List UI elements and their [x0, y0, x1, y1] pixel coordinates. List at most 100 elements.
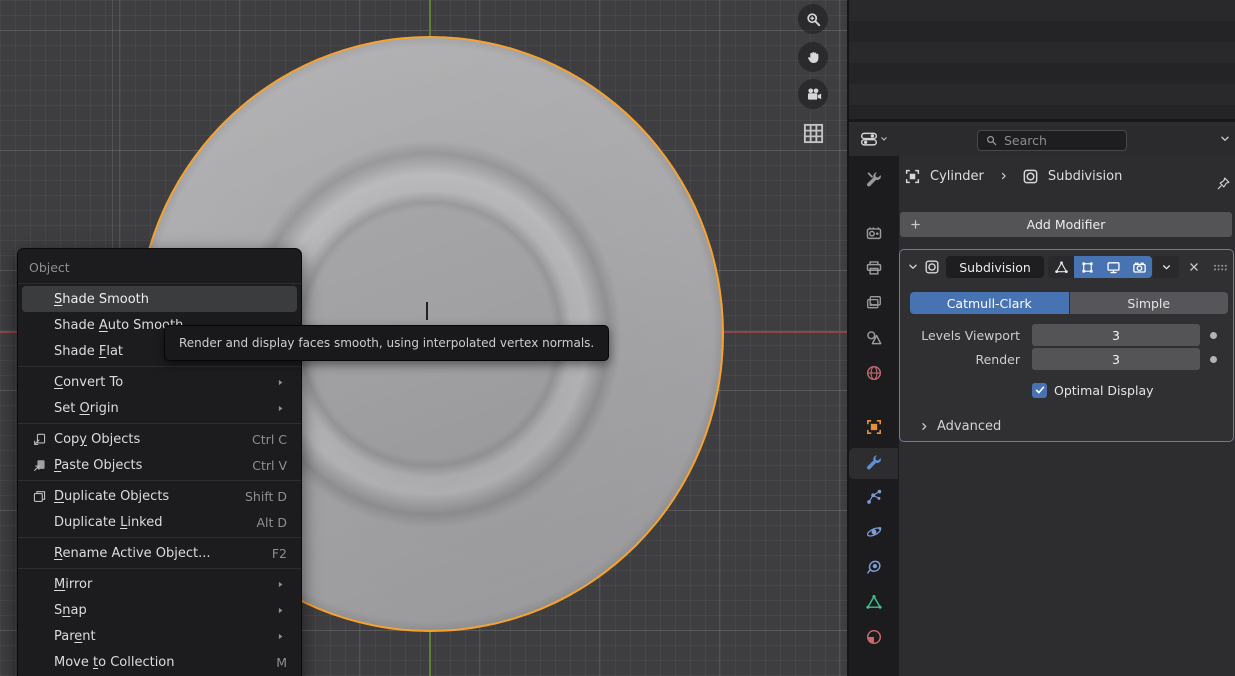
- keyframe-dot[interactable]: [1210, 332, 1217, 339]
- submenu-arrow-icon: [274, 402, 287, 415]
- tab-output[interactable]: [849, 254, 898, 285]
- tab-scene[interactable]: [849, 324, 898, 355]
- pin-icon[interactable]: [1216, 176, 1231, 191]
- pan-hand-gizmo[interactable]: [798, 42, 828, 72]
- menu-item-paste-objects[interactable]: Paste Objects Ctrl V: [22, 452, 297, 478]
- menu-item-label: Snap: [54, 603, 87, 618]
- tab-object-data[interactable]: [849, 588, 898, 619]
- tab-modifiers[interactable]: [849, 448, 898, 479]
- object-context-menu: Object Shade Smooth Shade Auto Smooth Sh…: [17, 248, 302, 676]
- catmull-clark-button[interactable]: Catmull-Clark: [910, 292, 1069, 314]
- editor-type-button[interactable]: [860, 130, 889, 148]
- paste-objects-icon: [32, 458, 47, 473]
- submenu-arrow-icon: [274, 578, 287, 591]
- realtime-icon: [1106, 260, 1121, 275]
- tab-render[interactable]: [849, 219, 898, 250]
- menu-item-set-origin[interactable]: Set Origin: [22, 395, 297, 421]
- menu-item-shade-smooth[interactable]: Shade Smooth: [22, 286, 297, 312]
- duplicate-objects-icon: [32, 489, 47, 504]
- modifier-icon: [924, 259, 940, 275]
- submenu-arrow-icon: [274, 604, 287, 617]
- menu-item-convert-to[interactable]: Convert To: [22, 369, 297, 395]
- object-icon: [865, 418, 883, 436]
- toggle-edit-mode[interactable]: [1074, 256, 1100, 278]
- grid-ortho-gizmo[interactable]: [798, 118, 828, 148]
- menu-item-duplicate-linked[interactable]: Duplicate Linked Alt D: [22, 509, 297, 535]
- menu-item-mirror[interactable]: Mirror: [22, 571, 297, 597]
- subdivision-modifier-panel: Subdivision Catmull-Clark Simple Levels …: [899, 249, 1234, 442]
- simple-button[interactable]: Simple: [1070, 292, 1229, 314]
- menu-item-label: Set Origin: [54, 401, 119, 416]
- levels-viewport-label: Levels Viewport: [900, 328, 1020, 343]
- menu-separator: [18, 537, 301, 538]
- render-row: Render 3: [900, 347, 1235, 371]
- menu-item-rename-active-object[interactable]: Rename Active Object... F2: [22, 540, 297, 566]
- tab-object[interactable]: [849, 413, 898, 444]
- render-visibility-icon: [1132, 260, 1147, 275]
- menu-item-snap[interactable]: Snap: [22, 597, 297, 623]
- menu-item-duplicate-objects[interactable]: Duplicate Objects Shift D: [22, 483, 297, 509]
- right-panel: Search Cylinder Subdivision Add Modifier: [847, 0, 1235, 676]
- header-options-chevron-icon[interactable]: [1218, 132, 1232, 146]
- delete-modifier-button[interactable]: [1187, 260, 1201, 274]
- search-input[interactable]: Search: [977, 130, 1127, 151]
- search-placeholder: Search: [1004, 133, 1047, 148]
- menu-item-copy-objects[interactable]: Copy Objects Ctrl C: [22, 426, 297, 452]
- plus-icon: [909, 218, 922, 231]
- tab-physics[interactable]: [849, 518, 898, 549]
- menu-item-label: Mirror: [54, 577, 92, 592]
- zoom-gizmo[interactable]: [798, 4, 828, 34]
- advanced-label: Advanced: [937, 419, 1001, 434]
- render-label: Render: [900, 352, 1020, 367]
- menu-shortcut: Ctrl V: [252, 458, 287, 473]
- advanced-section-toggle[interactable]: Advanced: [918, 419, 1001, 434]
- camera-view-gizmo[interactable]: [798, 79, 828, 109]
- render-field[interactable]: 3: [1032, 348, 1200, 370]
- tab-view-layer[interactable]: [849, 289, 898, 320]
- subdivision-type-segment: Catmull-Clark Simple: [910, 292, 1228, 314]
- menu-separator: [18, 423, 301, 424]
- physics-icon: [865, 523, 883, 541]
- properties-header: Search: [849, 125, 1235, 156]
- modifier-name-field[interactable]: Subdivision: [946, 256, 1044, 278]
- menu-item-move-to-collection[interactable]: Move to Collection M: [22, 649, 297, 675]
- toggle-render-visibility[interactable]: [1126, 256, 1152, 278]
- add-modifier-button[interactable]: Add Modifier: [900, 212, 1232, 237]
- properties-content: Cylinder Subdivision Add Modifier Subdiv…: [899, 156, 1235, 676]
- toggle-on-cage[interactable]: [1048, 256, 1074, 278]
- breadcrumb-modifier[interactable]: Subdivision: [1048, 169, 1123, 184]
- optimal-display-label: Optimal Display: [1054, 383, 1154, 398]
- drag-handle-icon[interactable]: [1212, 259, 1229, 276]
- outliner-region[interactable]: [849, 0, 1235, 122]
- optimal-display-checkbox[interactable]: [1032, 383, 1047, 398]
- breadcrumb-object[interactable]: Cylinder: [930, 169, 984, 184]
- tab-particles[interactable]: [849, 483, 898, 514]
- menu-separator: [18, 366, 301, 367]
- edit-mode-icon: [1080, 260, 1095, 275]
- modifier-extras-dropdown[interactable]: [1153, 256, 1179, 278]
- menu-item-parent[interactable]: Parent: [22, 623, 297, 649]
- chevron-right-icon: [998, 170, 1010, 182]
- modifier-panel-header: Subdivision: [906, 256, 1229, 278]
- tool-icon: [865, 170, 883, 188]
- tab-tool[interactable]: [849, 165, 898, 196]
- tooltip-text: Render and display faces smooth, using i…: [179, 336, 594, 350]
- properties-tab-bar: [849, 156, 899, 676]
- menu-item-label: Duplicate Linked: [54, 515, 163, 530]
- material-icon: [865, 628, 883, 646]
- chevron-right-icon: [918, 420, 931, 433]
- particles-icon: [865, 488, 883, 506]
- chevron-down-icon: [879, 134, 889, 144]
- tab-world[interactable]: [849, 359, 898, 390]
- panel-expand-chevron-icon[interactable]: [906, 260, 920, 274]
- menu-item-label: Move to Collection: [54, 655, 175, 670]
- world-icon: [865, 364, 883, 382]
- render-icon: [865, 224, 883, 242]
- tab-constraints[interactable]: [849, 553, 898, 584]
- keyframe-dot[interactable]: [1210, 356, 1217, 363]
- toggle-realtime[interactable]: [1100, 256, 1126, 278]
- submenu-arrow-icon: [274, 402, 287, 415]
- menu-item-label: Duplicate Objects: [54, 489, 169, 504]
- tab-material[interactable]: [849, 623, 898, 654]
- levels-viewport-field[interactable]: 3: [1032, 324, 1200, 346]
